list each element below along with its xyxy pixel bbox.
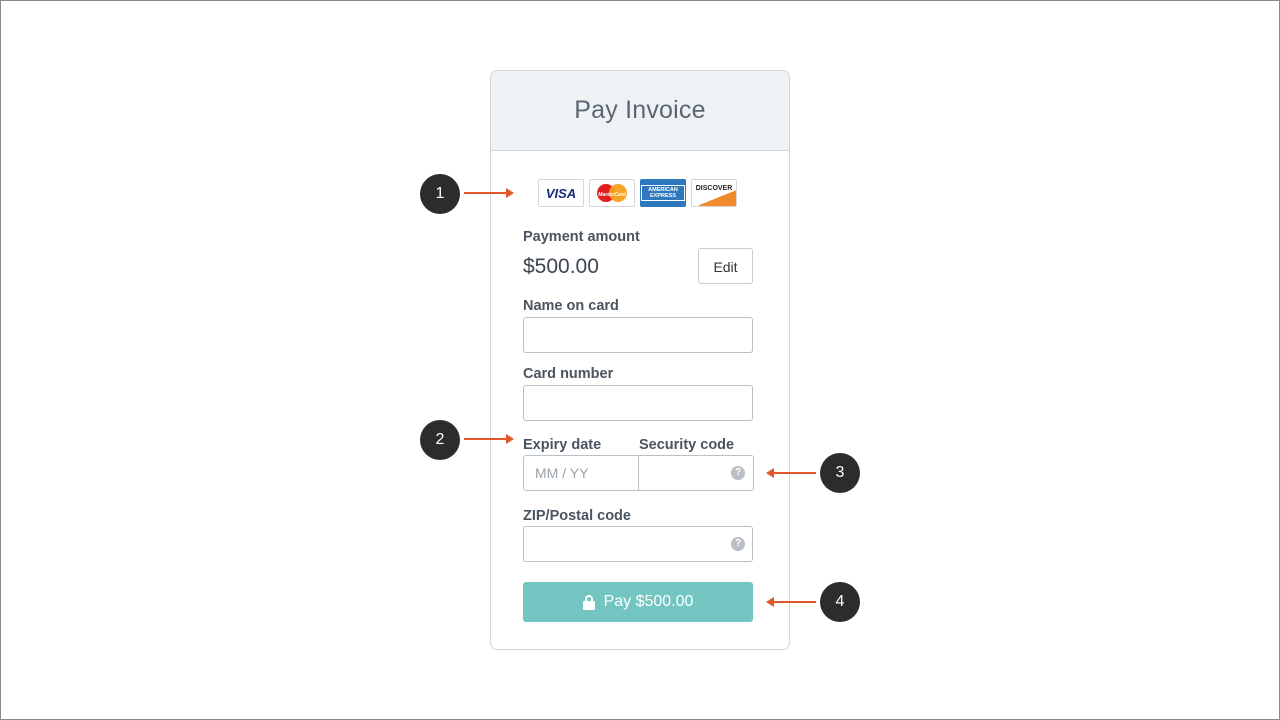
zip-code-label: ZIP/Postal code	[523, 508, 631, 524]
mastercard-circles-icon: MasterCard	[597, 184, 627, 202]
pay-button[interactable]: Pay $500.00	[523, 582, 753, 622]
discover-logo-text: DISCOVER	[695, 184, 733, 192]
payment-amount-label: Payment amount	[523, 229, 640, 245]
card-number-label: Card number	[523, 366, 614, 382]
amex-logo: AMERICAN EXPRESS	[640, 179, 686, 207]
annotation-marker-1: 1	[420, 174, 460, 214]
lock-icon	[582, 595, 595, 610]
discover-logo: DISCOVER	[691, 179, 737, 207]
security-code-help-icon[interactable]: ?	[731, 466, 745, 480]
mastercard-logo-text: MasterCard	[598, 192, 626, 198]
annotation-marker-3: 3	[820, 453, 860, 493]
security-code-label: Security code	[639, 437, 735, 453]
page-title: Pay Invoice	[574, 96, 706, 124]
pay-invoice-card: Pay Invoice VISA MasterCard AMERICAN EXP…	[490, 70, 790, 650]
annotation-arrow-1	[464, 187, 514, 199]
visa-logo-text: VISA	[545, 185, 577, 201]
card-header: Pay Invoice	[491, 71, 789, 151]
edit-amount-button[interactable]: Edit	[698, 248, 753, 284]
zip-code-input[interactable]	[523, 526, 753, 562]
annotation-arrow-4	[766, 596, 816, 608]
annotation-marker-4: 4	[820, 582, 860, 622]
pay-button-label: Pay $500.00	[603, 593, 694, 610]
card-number-input[interactable]	[523, 385, 753, 421]
visa-logo: VISA	[538, 179, 584, 207]
annotation-arrow-2	[464, 433, 514, 445]
expiry-date-input[interactable]	[523, 455, 639, 491]
expiry-date-label: Expiry date	[523, 437, 602, 453]
name-on-card-input[interactable]	[523, 317, 753, 353]
annotation-marker-2: 2	[420, 420, 460, 460]
mastercard-logo: MasterCard	[589, 179, 635, 207]
zip-code-help-icon[interactable]: ?	[731, 537, 745, 551]
payment-amount-value: $500.00	[523, 255, 599, 278]
name-on-card-label: Name on card	[523, 298, 619, 314]
amex-logo-text: AMERICAN EXPRESS	[641, 185, 685, 201]
annotation-arrow-3	[766, 467, 816, 479]
card-logos: VISA MasterCard AMERICAN EXPRESS DISCOVE…	[538, 179, 737, 207]
